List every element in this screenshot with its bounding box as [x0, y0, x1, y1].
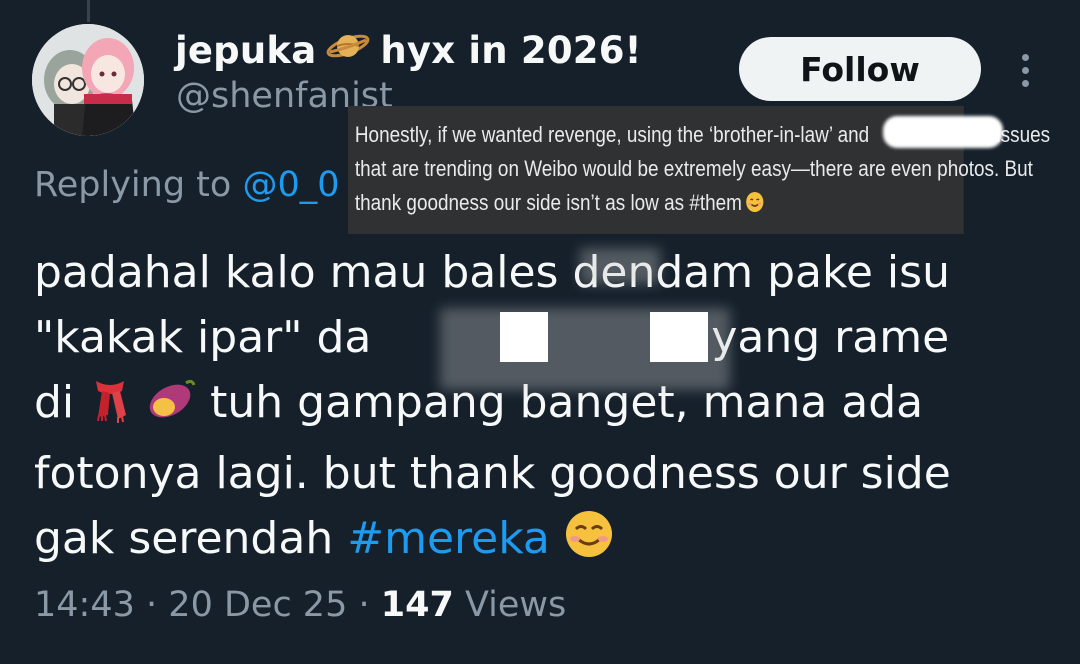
- meta-separator: ·: [358, 585, 370, 625]
- tweet-line-2-end: yang rame: [711, 312, 950, 363]
- translation-redaction: [883, 116, 1003, 148]
- replying-to-line: Replying to @0_0: [34, 165, 340, 205]
- translation-line-3: thank goodness our side isn’t as low as …: [355, 186, 957, 223]
- follow-button[interactable]: Follow: [739, 37, 981, 101]
- tweet-text: padahal kalo mau bales dendam pake isu "…: [34, 240, 1064, 577]
- tweet-line-4: fotonya lagi. but thank goodness our sid…: [34, 448, 951, 499]
- replying-to-label: Replying to: [34, 165, 232, 205]
- tweet-line-2-start: "kakak ipar" da: [34, 312, 372, 363]
- tweet-line-3-start: di: [34, 377, 75, 428]
- tweet-line-5-start: gak serendah: [34, 513, 334, 564]
- translation-overlay: Honestly, if we wanted revenge, using th…: [348, 106, 1050, 234]
- thread-connector-line: [87, 0, 90, 22]
- tweet-line-1: padahal kalo mau bales dendam pake isu: [34, 247, 950, 298]
- meta-separator: ·: [146, 585, 158, 625]
- redaction-block: [500, 312, 548, 362]
- redaction-block: [650, 312, 708, 362]
- translation-line-3-text: thank goodness our side isn’t as low as …: [354, 190, 742, 215]
- views-label[interactable]: Views: [465, 585, 566, 625]
- redaction-blur: [580, 248, 660, 284]
- translation-line-1: Honestly, if we wanted revenge, using th…: [354, 118, 1050, 152]
- tweet-date[interactable]: 20 Dec 25: [168, 585, 347, 625]
- author-name-suffix: hyx in 2026!: [380, 29, 642, 72]
- translation-line-2: that are trending on Weibo would be extr…: [354, 156, 1033, 181]
- translation-line-1-end: issues: [996, 122, 1051, 147]
- more-options-icon[interactable]: [1010, 50, 1040, 90]
- author-name-text: jepuka: [175, 29, 317, 72]
- sweet-potato-emoji-icon: [146, 375, 196, 441]
- reply-mention-link[interactable]: @0_0: [242, 165, 339, 205]
- tweet-line-5: gak serendah #mereka: [34, 506, 1064, 577]
- scarf-emoji-icon: [88, 375, 132, 441]
- translation-line-1-start: Honestly, if we wanted revenge, using th…: [354, 122, 870, 147]
- tweet-time[interactable]: 14:43: [34, 585, 135, 625]
- avatar[interactable]: [32, 24, 144, 136]
- views-count: 147: [380, 585, 454, 625]
- smiling-face-emoji-icon: [564, 509, 614, 577]
- author-display-name[interactable]: jepuka hyx in 2026!: [175, 28, 642, 73]
- hashtag-link[interactable]: #mereka: [347, 513, 550, 564]
- smiling-face-emoji-icon: [745, 189, 764, 223]
- tweet-meta: 14:43 · 20 Dec 25 · 147 Views: [34, 585, 566, 625]
- planet-emoji-icon: [326, 28, 370, 73]
